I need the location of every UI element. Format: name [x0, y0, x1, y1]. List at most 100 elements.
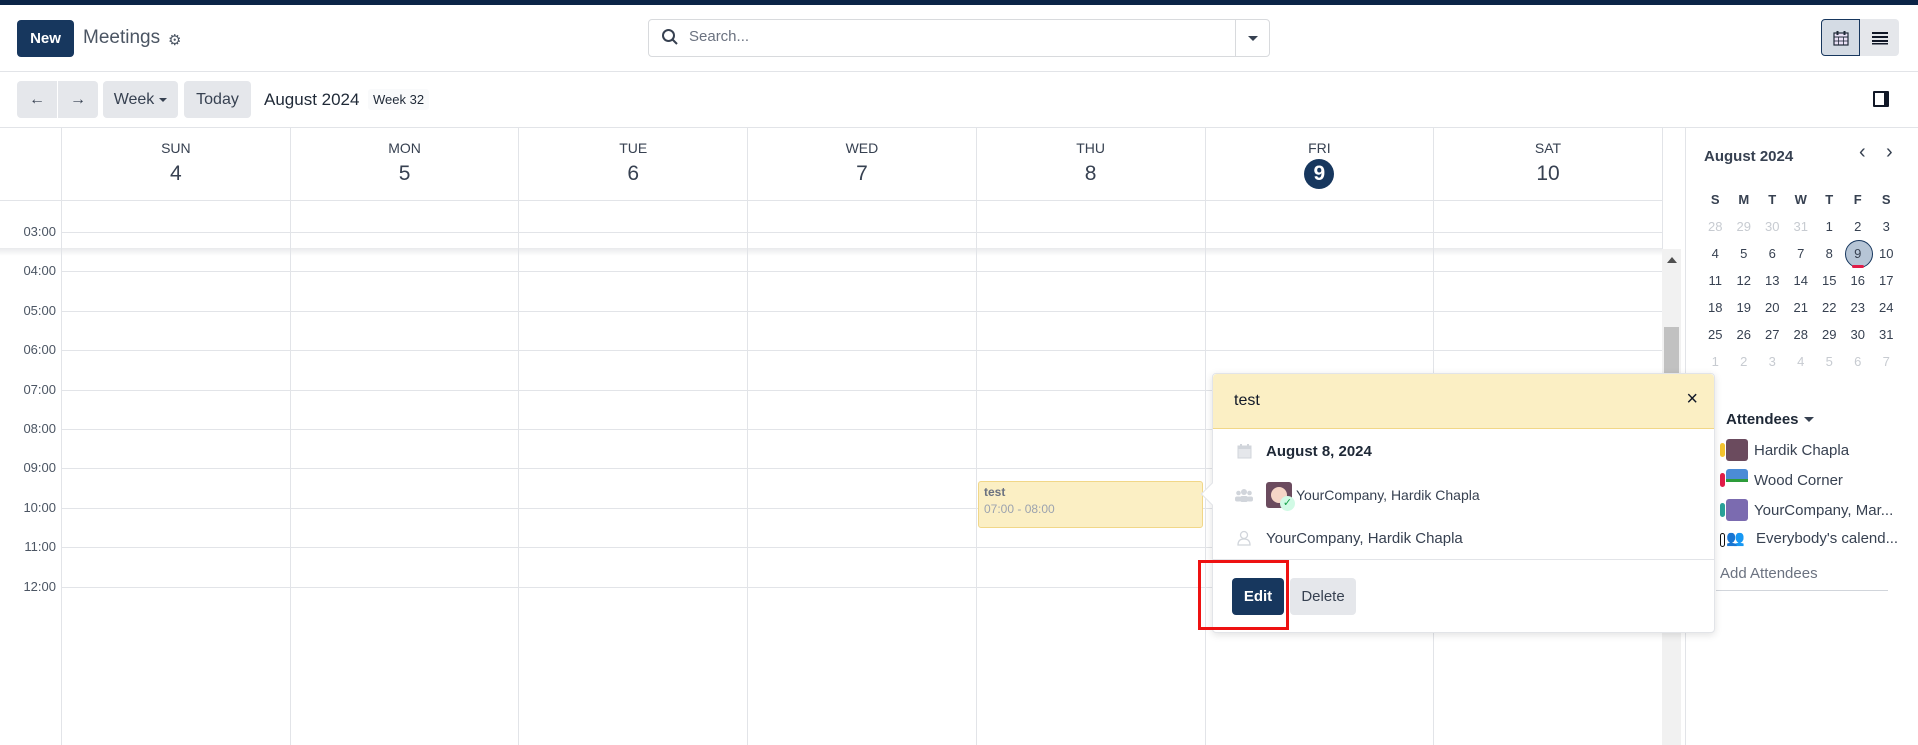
attendee-filter-item[interactable]: 👥 Everybody's calend...: [1720, 529, 1898, 547]
mini-calendar-day[interactable]: 25: [1701, 321, 1730, 348]
mini-calendar-day[interactable]: 6: [1844, 348, 1873, 375]
mini-calendar-day[interactable]: 2: [1844, 213, 1873, 240]
mini-calendar-day[interactable]: 28: [1787, 321, 1816, 348]
next-button[interactable]: →: [58, 81, 98, 118]
calendar-icon: [1832, 30, 1849, 46]
day-header-fri[interactable]: FRI 9: [1204, 128, 1434, 200]
mini-calendar-day[interactable]: 11: [1701, 267, 1730, 294]
attendee-filter-item[interactable]: YourCompany, Mar...: [1720, 499, 1893, 521]
mini-calendar-day[interactable]: 16: [1844, 267, 1873, 294]
mini-calendar-day[interactable]: 3: [1758, 348, 1787, 375]
mini-calendar-day[interactable]: 22: [1815, 294, 1844, 321]
scroll-thumb[interactable]: [1664, 327, 1679, 375]
mini-calendar-day[interactable]: 8: [1815, 240, 1844, 267]
all-day-cell[interactable]: [1204, 201, 1434, 249]
mini-calendar-day[interactable]: 6: [1758, 240, 1787, 267]
mini-calendar-day[interactable]: 1: [1701, 348, 1730, 375]
mini-calendar-day[interactable]: 24: [1872, 294, 1901, 321]
mini-calendar-day[interactable]: 26: [1730, 321, 1759, 348]
all-day-cell[interactable]: [747, 201, 976, 249]
attendee-filter-item[interactable]: Hardik Chapla: [1720, 439, 1849, 461]
caret-down-icon: [159, 97, 168, 102]
mini-calendar-day[interactable]: 19: [1730, 294, 1759, 321]
mini-calendar-day[interactable]: 4: [1787, 348, 1816, 375]
mini-calendar-day[interactable]: 5: [1815, 348, 1844, 375]
mini-calendar-day[interactable]: 7: [1787, 240, 1816, 267]
calendar-view-button[interactable]: [1821, 19, 1860, 56]
attendees-filter-header[interactable]: Attendees: [1726, 411, 1814, 428]
mini-calendar-day[interactable]: 28: [1701, 213, 1730, 240]
calendar-event[interactable]: test 07:00 - 08:00: [978, 481, 1203, 528]
week-badge: Week 32: [368, 89, 430, 110]
all-day-cell[interactable]: [61, 201, 290, 249]
mini-calendar-next-icon[interactable]: ›: [1886, 141, 1893, 164]
hour-label: 03:00: [23, 224, 56, 239]
mini-calendar-day[interactable]: 27: [1758, 321, 1787, 348]
mini-calendar-day[interactable]: 31: [1787, 213, 1816, 240]
day-header-tue[interactable]: TUE 6: [518, 128, 747, 200]
day-number: 18: [1708, 300, 1723, 315]
gear-icon[interactable]: ⚙: [168, 31, 181, 49]
mini-calendar-prev-icon[interactable]: ‹: [1859, 141, 1866, 164]
mini-calendar-day[interactable]: 30: [1758, 213, 1787, 240]
scale-dropdown[interactable]: Week: [103, 81, 178, 118]
mini-calendar-day[interactable]: 31: [1872, 321, 1901, 348]
mini-calendar-day[interactable]: 4: [1701, 240, 1730, 267]
day-number: 19: [1736, 300, 1751, 315]
mini-calendar-day[interactable]: 21: [1787, 294, 1816, 321]
all-day-cell[interactable]: [975, 201, 1205, 249]
attendee-color-indicator[interactable]: [1720, 473, 1725, 487]
mini-calendar-day[interactable]: 1: [1815, 213, 1844, 240]
delete-button[interactable]: Delete: [1290, 578, 1356, 615]
new-button[interactable]: New: [17, 20, 74, 57]
list-view-button[interactable]: [1860, 19, 1899, 56]
mini-calendar-day[interactable]: 3: [1872, 213, 1901, 240]
mini-calendar-day-selected[interactable]: 9: [1844, 240, 1872, 268]
previous-button[interactable]: ←: [17, 81, 57, 118]
all-day-cell[interactable]: [1433, 201, 1662, 249]
mini-calendar-day[interactable]: 29: [1815, 321, 1844, 348]
side-panel-toggle-icon[interactable]: [1873, 91, 1889, 107]
mini-calendar-day[interactable]: 15: [1815, 267, 1844, 294]
day-header-wed[interactable]: WED 7: [747, 128, 976, 200]
all-day-cell[interactable]: [518, 201, 747, 249]
day-header-mon[interactable]: MON 5: [289, 128, 519, 200]
mini-calendar-day[interactable]: 7: [1872, 348, 1901, 375]
day-header-sun[interactable]: SUN 4: [61, 128, 290, 200]
attendee-filter-item[interactable]: Wood Corner: [1720, 469, 1843, 491]
today-button[interactable]: Today: [184, 81, 251, 118]
mini-calendar-day[interactable]: 2: [1730, 348, 1759, 375]
mini-calendar-day[interactable]: 13: [1758, 267, 1787, 294]
attendee-color-indicator[interactable]: [1720, 443, 1725, 457]
close-icon[interactable]: ×: [1686, 388, 1698, 411]
mini-calendar-day[interactable]: 12: [1730, 267, 1759, 294]
search-bar: [648, 19, 1270, 57]
scroll-up-arrow-icon[interactable]: [1667, 257, 1677, 263]
day-header-sat[interactable]: SAT 10: [1433, 128, 1662, 200]
event-title: test: [984, 485, 1006, 499]
mini-calendar-day[interactable]: 17: [1872, 267, 1901, 294]
edit-button[interactable]: Edit: [1232, 578, 1284, 615]
hour-label: 05:00: [23, 302, 56, 318]
mini-calendar-day[interactable]: 10: [1872, 240, 1901, 267]
attendee-color-indicator[interactable]: [1720, 503, 1725, 517]
event-popover: test × August 8, 2024 ✓ YourCompany, Har…: [1200, 373, 1715, 633]
search-options-toggle[interactable]: [1235, 20, 1269, 56]
column-divider: [1661, 128, 1663, 249]
day-number: 10: [1536, 162, 1560, 185]
day-header-thu[interactable]: THU 8: [975, 128, 1205, 200]
mini-calendar-day[interactable]: 29: [1730, 213, 1759, 240]
search-input[interactable]: [689, 28, 1249, 45]
mini-calendar-day[interactable]: 18: [1701, 294, 1730, 321]
add-attendees-input[interactable]: Add Attendees: [1720, 565, 1818, 582]
mini-calendar-day[interactable]: 30: [1844, 321, 1873, 348]
attendee-color-indicator[interactable]: [1720, 533, 1725, 547]
mini-calendar-day[interactable]: 5: [1730, 240, 1759, 267]
caret-down-icon: [1247, 35, 1258, 41]
mini-calendar-day[interactable]: 20: [1758, 294, 1787, 321]
day-number: 8: [1825, 246, 1833, 261]
mini-calendar-day[interactable]: 23: [1844, 294, 1873, 321]
column-divider: [975, 249, 977, 745]
mini-calendar-day[interactable]: 14: [1787, 267, 1816, 294]
all-day-cell[interactable]: [289, 201, 519, 249]
